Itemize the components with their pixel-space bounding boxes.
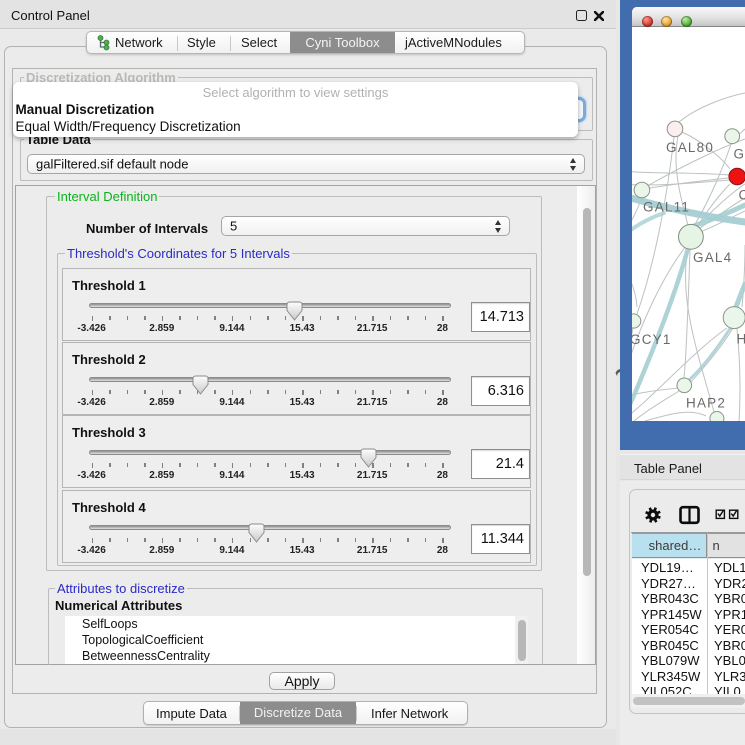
svg-text:GAL4: GAL4 bbox=[693, 250, 732, 265]
svg-text:HAP2: HAP2 bbox=[686, 396, 726, 411]
svg-text:GCY1: GCY1 bbox=[632, 332, 672, 347]
svg-text:H: H bbox=[737, 332, 745, 347]
svg-text:G.: G. bbox=[734, 147, 745, 162]
svg-text:C: C bbox=[739, 188, 745, 203]
svg-text:GAL11: GAL11 bbox=[643, 200, 690, 215]
svg-text:GAL80: GAL80 bbox=[666, 140, 714, 155]
